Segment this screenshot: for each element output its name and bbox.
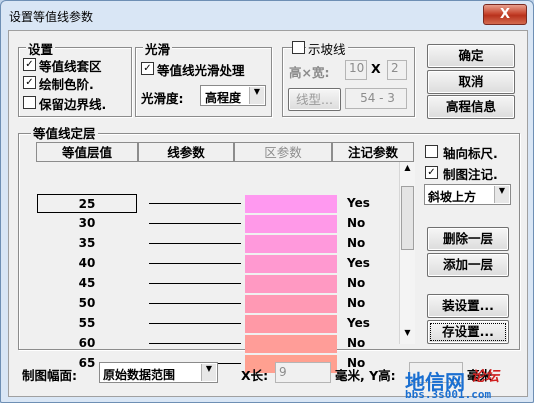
border-checkbox[interactable] (23, 96, 36, 109)
note-position-select[interactable]: 斜坡上方 ▼ (424, 184, 511, 205)
scroll-up-icon[interactable]: ▲ (401, 163, 414, 177)
kit-checkbox[interactable]: ✓ (23, 58, 36, 71)
line-param-cell[interactable] (149, 303, 241, 304)
note-param-cell[interactable]: No (347, 214, 407, 233)
line-param-cell[interactable] (149, 343, 241, 344)
y-height-label: 毫米, Y高: (335, 368, 396, 383)
slope-group-label: 示坡线 (306, 39, 348, 58)
header-layer-value[interactable]: 等值层值 (36, 142, 138, 162)
load-settings-button[interactable]: 装设置... (427, 294, 509, 318)
note-param-cell[interactable]: Yes (347, 314, 407, 333)
linetype-value: 54 - 3 (345, 88, 407, 109)
delete-layer-button[interactable]: 删除一层 (427, 227, 509, 251)
table-row[interactable]: 35 No (37, 234, 406, 254)
smooth-group-label: 光滑 (143, 39, 173, 58)
save-settings-button[interactable]: 存设置... (427, 320, 509, 344)
x-glyph: X (371, 61, 381, 76)
table-row[interactable]: 45 No (37, 274, 406, 294)
line-param-cell[interactable] (149, 223, 241, 224)
table-row[interactable]: 25 Yes (37, 194, 406, 214)
layer-value-cell[interactable]: 35 (37, 234, 137, 253)
linetype-button[interactable]: 线型... (288, 88, 341, 111)
smooth-degree-label: 光滑度: (141, 91, 184, 106)
area-color-swatch[interactable] (245, 215, 337, 233)
note-param-cell[interactable]: No (347, 334, 407, 353)
chevron-down-icon: ▼ (249, 87, 264, 104)
header-note-param[interactable]: 注记参数 (332, 142, 414, 162)
title-bar: 设置等值线参数 X (1, 1, 533, 29)
kit-label: 等值线套区 (39, 59, 102, 74)
x-length-input[interactable]: 9 (275, 362, 331, 383)
watermark-url: bbs.3s001.com (405, 388, 492, 401)
header-area-param[interactable]: 区参数 (234, 142, 332, 162)
dialog-client: 设置 ✓ 等值线套区 ✓ 绘制色阶. 保留边界线. 光滑 ✓ 等值线光滑处理 光… (8, 30, 528, 397)
layer-value-cell[interactable]: 55 (37, 314, 137, 333)
area-color-swatch[interactable] (245, 315, 337, 333)
smooth-degree-select[interactable]: 高程度 ▼ (200, 85, 266, 106)
line-param-cell[interactable] (149, 323, 241, 324)
map-range-value: 原始数据范围 (103, 368, 176, 382)
area-color-swatch[interactable] (245, 255, 337, 273)
area-color-swatch[interactable] (245, 235, 337, 253)
scroll-thumb[interactable] (401, 186, 414, 250)
smooth-label: 等值线光滑处理 (157, 63, 245, 78)
table-row[interactable]: 40 Yes (37, 254, 406, 274)
layer-value-cell[interactable]: 40 (37, 254, 137, 273)
layer-value-cell[interactable]: 45 (37, 274, 137, 293)
table-row[interactable]: 60 No (37, 334, 406, 354)
area-color-swatch[interactable] (245, 295, 337, 313)
slope-hw-label: 高×宽: (289, 65, 330, 80)
table-scrollbar[interactable]: ▲ ▼ (399, 162, 415, 344)
line-param-cell[interactable] (149, 283, 241, 284)
layers-group-label: 等值线定层 (31, 123, 98, 142)
smooth-checkbox[interactable]: ✓ (141, 62, 154, 75)
table-row[interactable]: 55 Yes (37, 314, 406, 334)
line-param-cell[interactable] (149, 263, 241, 264)
note-param-cell[interactable]: No (347, 234, 407, 253)
axis-ruler-checkbox[interactable] (425, 145, 438, 158)
note-param-cell[interactable]: Yes (347, 194, 407, 213)
map-note-label: 制图注记. (443, 167, 498, 182)
chevron-down-icon: ▼ (494, 186, 509, 203)
color-checkbox[interactable]: ✓ (23, 76, 36, 89)
slope-checkbox[interactable] (292, 41, 305, 54)
watermark-forum: 论坛 (471, 369, 499, 385)
map-note-checkbox[interactable]: ✓ (425, 166, 438, 179)
slope-height-input[interactable]: 10 (345, 60, 367, 80)
layer-value-cell[interactable]: 25 (37, 194, 137, 213)
axis-ruler-label: 轴向标尺. (443, 146, 498, 161)
area-color-swatch[interactable] (245, 335, 337, 353)
map-range-select[interactable]: 原始数据范围 ▼ (99, 362, 218, 383)
slope-width-input[interactable]: 2 (387, 60, 407, 80)
dialog-window: 设置等值线参数 X 设置 ✓ 等值线套区 ✓ 绘制色阶. 保留边界线. 光滑 ✓… (0, 0, 534, 403)
area-color-swatch[interactable] (245, 195, 337, 213)
add-layer-button[interactable]: 添加一层 (427, 253, 509, 277)
note-position-value: 斜坡上方 (428, 190, 477, 204)
layer-value-cell[interactable]: 50 (37, 294, 137, 313)
scroll-down-icon[interactable]: ▼ (401, 328, 414, 342)
color-label: 绘制色阶. (39, 77, 94, 92)
smooth-degree-value: 高程度 (205, 91, 242, 105)
area-color-swatch[interactable] (245, 275, 337, 293)
border-label: 保留边界线. (39, 97, 107, 112)
header-line-param[interactable]: 线参数 (138, 142, 234, 162)
chevron-down-icon: ▼ (201, 364, 216, 381)
layer-value-cell[interactable]: 60 (37, 334, 137, 353)
window-title: 设置等值线参数 (9, 10, 94, 24)
cancel-button[interactable]: 取消 (427, 70, 515, 94)
note-param-cell[interactable]: Yes (347, 254, 407, 273)
close-button[interactable]: X (483, 4, 527, 25)
layer-value-cell[interactable]: 30 (37, 214, 137, 233)
table-row[interactable]: 30 No (37, 214, 406, 234)
x-length-label: X长: (241, 368, 269, 383)
ok-button[interactable]: 确定 (427, 44, 515, 68)
map-range-label: 制图幅面: (22, 368, 77, 383)
line-param-cell[interactable] (149, 203, 241, 204)
line-param-cell[interactable] (149, 243, 241, 244)
table-row[interactable]: 50 No (37, 294, 406, 314)
note-param-cell[interactable]: No (347, 294, 407, 313)
note-param-cell[interactable]: No (347, 274, 407, 293)
elevation-info-button[interactable]: 高程信息 (427, 95, 515, 119)
